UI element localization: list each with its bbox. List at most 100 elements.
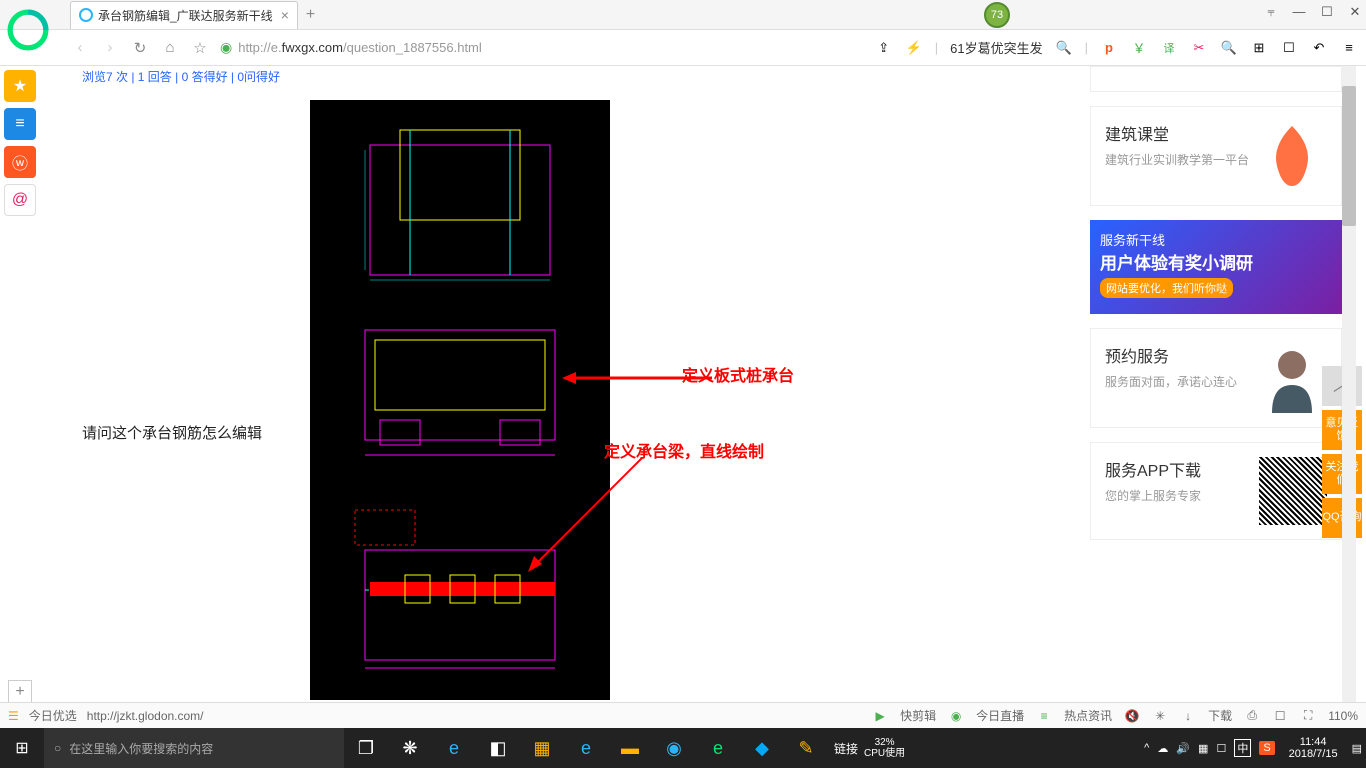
recommend-icon: ☰ — [8, 709, 19, 723]
fly-icon[interactable]: ✳ — [1152, 708, 1168, 724]
browser-logo[interactable] — [0, 0, 55, 60]
card-desc: 建筑行业实训教学第一平台 — [1105, 151, 1249, 169]
tray-app-icon[interactable]: ☁ — [1157, 742, 1168, 755]
tray-volume-icon[interactable]: 🔊 — [1176, 742, 1190, 755]
post-meta: 浏览7 次 | 1 回答 | 0 答得好 | 0问得好 — [82, 68, 280, 85]
expand-icon[interactable]: ⛶ — [1300, 708, 1316, 724]
zoom-level[interactable]: 110% — [1328, 709, 1358, 723]
ip-icon[interactable]: ⎙ — [1244, 708, 1260, 724]
card-title: 预约服务 — [1105, 343, 1237, 367]
annotation-text-2: 定义承台梁，直线绘制 — [604, 438, 764, 462]
sogou-icon[interactable]: S — [1259, 741, 1274, 755]
globe-icon: ◉ — [220, 39, 232, 56]
app-icon[interactable]: ❋ — [388, 728, 432, 768]
browser-tab[interactable]: 承台钢筋编辑_广联达服务新干线 × — [70, 1, 298, 29]
card-desc: 您的掌上服务专家 — [1105, 487, 1201, 505]
tab-close-icon[interactable]: × — [281, 7, 289, 23]
pin-icon[interactable]: ⫧ — [1264, 4, 1278, 20]
notifications-icon[interactable]: ▤ — [1352, 742, 1362, 755]
close-icon[interactable]: ✕ — [1348, 4, 1362, 20]
toolbar-translate-icon[interactable]: 译 — [1160, 39, 1178, 57]
toolbar-box-icon[interactable]: ☐ — [1280, 39, 1298, 57]
reload-button[interactable]: ↻ — [130, 38, 150, 58]
question-text: 请问这个承台钢筋怎么编辑 — [82, 422, 262, 443]
address-bar[interactable]: ◉ http://e.fwxgx.com/question_1887556.ht… — [220, 39, 660, 56]
toolbar-menu-icon[interactable]: ≡ — [1340, 39, 1358, 57]
card-app-download[interactable]: 服务APP下载您的掌上服务专家 — [1090, 442, 1342, 540]
taskview-icon[interactable]: ❐ — [344, 728, 388, 768]
app-icon[interactable]: ▦ — [520, 728, 564, 768]
start-button[interactable]: ⊞ — [0, 728, 44, 768]
live-icon[interactable]: ◉ — [948, 708, 964, 724]
box-icon[interactable]: ☐ — [1272, 708, 1288, 724]
search-placeholder: 在这里输入你要搜索的内容 — [69, 740, 213, 757]
banner-line1: 服务新干线 — [1100, 230, 1332, 249]
download-icon[interactable]: ↓ — [1180, 708, 1196, 724]
forward-button[interactable]: › — [100, 38, 120, 58]
annotation-arrow-2 — [524, 456, 644, 576]
right-sidebar: 建筑课堂建筑行业实训教学第一平台 服务新干线 用户体验有奖小调研 网站要优化，我… — [1090, 66, 1342, 554]
taskbar-search[interactable]: ○ 在这里输入你要搜索的内容 — [44, 728, 344, 768]
back-button[interactable]: ‹ — [70, 38, 90, 58]
edge-icon[interactable]: e — [432, 728, 476, 768]
360-icon[interactable]: e — [696, 728, 740, 768]
news-headline[interactable]: 61岁葛优突生发 — [950, 38, 1042, 57]
status-bar: ☰ 今日优选 http://jzkt.glodon.com/ ▶ 快剪辑 ◉ 今日直… — [0, 702, 1366, 728]
explorer-icon[interactable]: ▬ — [608, 728, 652, 768]
app-icon[interactable]: ◉ — [652, 728, 696, 768]
status-url: http://jzkt.glodon.com/ — [87, 709, 204, 723]
tray-app-icon[interactable]: ☐ — [1216, 742, 1226, 755]
sidebar-mail[interactable]: @ — [4, 184, 36, 216]
minimize-icon[interactable]: — — [1292, 4, 1306, 20]
sidebar-add-button[interactable]: + — [8, 680, 32, 704]
star-button[interactable]: ☆ — [190, 38, 210, 58]
vertical-scrollbar[interactable] — [1342, 66, 1356, 702]
new-tab-button[interactable]: + — [306, 6, 315, 24]
app-icon[interactable]: ◆ — [740, 728, 784, 768]
survey-banner[interactable]: 服务新干线 用户体验有奖小调研 网站要优化，我们听你哒 — [1090, 220, 1342, 314]
titlebar: 承台钢筋编辑_广联达服务新干线 × + 73 ⫧ — ☐ ✕ — [0, 0, 1366, 30]
toolbar-money-icon[interactable]: ￥ — [1130, 39, 1148, 57]
tray-chevron-icon[interactable]: ^ — [1144, 742, 1149, 754]
sidebar-weibo[interactable]: ⓦ — [4, 146, 36, 178]
toolbar-p-icon[interactable]: p — [1100, 39, 1118, 57]
toolbar-grid-icon[interactable]: ⊞ — [1250, 39, 1268, 57]
hot-icon[interactable]: ≡ — [1036, 708, 1052, 724]
link-label[interactable]: 链接 — [828, 740, 864, 757]
tray-app-icon[interactable]: ▦ — [1198, 742, 1208, 755]
window-controls: ⫧ — ☐ ✕ — [1264, 4, 1362, 20]
toolbar-search-icon[interactable]: 🔍 — [1220, 39, 1238, 57]
flash-icon[interactable]: ⚡ — [905, 39, 923, 57]
toolbar-undo-icon[interactable]: ↶ — [1310, 39, 1328, 57]
sidebar-favorites[interactable]: ★ — [4, 70, 36, 102]
search-icon[interactable]: 🔍 — [1055, 39, 1073, 57]
mute-icon[interactable]: 🔇 — [1124, 708, 1140, 724]
download-label[interactable]: 下载 — [1208, 707, 1232, 724]
app-icon[interactable]: ◧ — [476, 728, 520, 768]
recommend-label[interactable]: 今日优选 — [29, 707, 77, 724]
ime-indicator[interactable]: 中 — [1234, 739, 1251, 757]
quickclip-label[interactable]: 快剪辑 — [900, 707, 936, 724]
cad-drawing-image — [310, 100, 610, 700]
card-top-strip — [1090, 66, 1342, 92]
card-desc: 服务面对面，承诺心连心 — [1105, 373, 1237, 391]
toolbar-scissors-icon[interactable]: ✂ — [1190, 39, 1208, 57]
scrollbar-thumb[interactable] — [1342, 86, 1356, 226]
home-button[interactable]: ⌂ — [160, 38, 180, 58]
share-icon[interactable]: ⇪ — [875, 39, 893, 57]
clip-icon[interactable]: ▶ — [872, 708, 888, 724]
ie-icon[interactable]: e — [564, 728, 608, 768]
app-icon[interactable]: ✎ — [784, 728, 828, 768]
flame-icon — [1257, 121, 1327, 191]
system-tray: ^ ☁ 🔊 ▦ ☐ 中 S 11:442018/7/15 ▤ — [1144, 736, 1366, 760]
maximize-icon[interactable]: ☐ — [1320, 4, 1334, 20]
live-label[interactable]: 今日直播 — [976, 707, 1024, 724]
notification-badge[interactable]: 73 — [984, 2, 1010, 28]
person-icon — [1257, 343, 1327, 413]
cpu-monitor[interactable]: 32%CPU使用 — [864, 737, 905, 759]
clock[interactable]: 11:442018/7/15 — [1283, 736, 1344, 760]
sidebar-news[interactable]: ≡ — [4, 108, 36, 140]
hot-label[interactable]: 热点资讯 — [1064, 707, 1112, 724]
card-booking[interactable]: 预约服务服务面对面，承诺心连心 — [1090, 328, 1342, 428]
card-jzkt[interactable]: 建筑课堂建筑行业实训教学第一平台 — [1090, 106, 1342, 206]
